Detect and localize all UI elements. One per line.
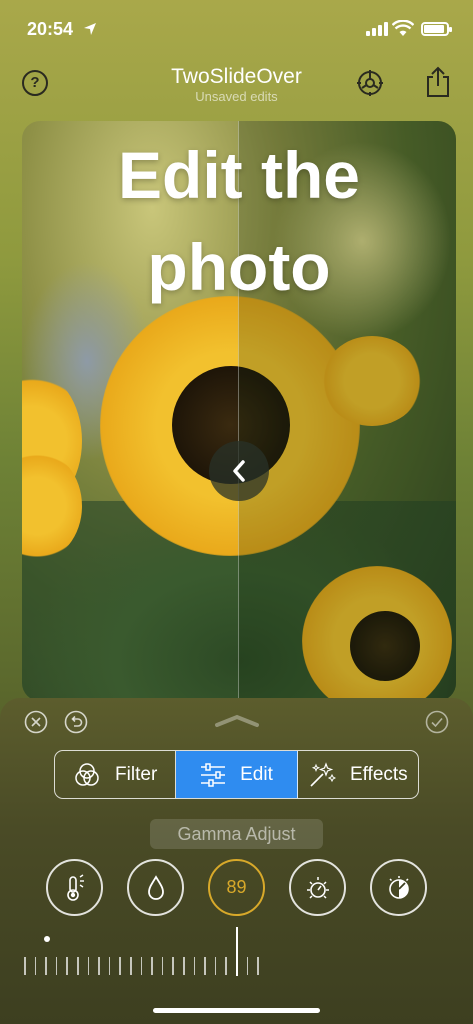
tint-drop-icon	[147, 874, 164, 900]
save-status: Unsaved edits	[195, 89, 278, 104]
edit-panel: Filter Edit Effects Gamma Adjust 89	[0, 698, 473, 1024]
exposure-tool-button[interactable]	[289, 859, 346, 916]
adjustment-name: Gamma Adjust	[150, 819, 323, 849]
exposure-icon	[306, 876, 329, 899]
gamma-value: 89	[226, 877, 247, 897]
status-time: 20:54	[27, 19, 74, 39]
ruler-tick	[257, 957, 259, 975]
wifi-icon	[392, 20, 414, 36]
tab-effects[interactable]: Effects	[298, 751, 418, 798]
ruler-tick	[98, 957, 100, 975]
tint-tool-button[interactable]	[127, 859, 184, 916]
ruler-default-marker	[44, 936, 50, 942]
share-icon[interactable]	[424, 66, 452, 98]
cellular-signal-icon	[366, 22, 388, 36]
close-circle-icon[interactable]	[24, 710, 48, 734]
ruler-tick	[55, 957, 58, 975]
settings-gear-icon[interactable]	[355, 68, 385, 98]
chevron-up-grabber-icon[interactable]	[214, 714, 260, 728]
ruler-tick	[140, 957, 143, 975]
ruler-tick	[225, 957, 227, 975]
ruler-tick	[45, 957, 47, 975]
tab-filter-label: Filter	[115, 763, 158, 785]
battery-icon	[421, 22, 452, 36]
gamma-tool-button[interactable]: 89	[208, 859, 265, 916]
tab-edit[interactable]: Edit	[176, 751, 298, 798]
status-bar: 20:54	[0, 0, 473, 56]
app-title: TwoSlideOver	[171, 65, 302, 88]
ruler-tick	[34, 957, 37, 975]
adjustment-ruler[interactable]	[24, 957, 264, 977]
photo-caption: Edit the photo	[118, 138, 360, 304]
ruler-tick	[246, 957, 249, 975]
ruler-tick	[172, 957, 174, 975]
photo-canvas[interactable]: Edit the photo	[22, 121, 456, 701]
tab-effects-label: Effects	[349, 763, 408, 785]
sparkles-icon	[310, 761, 336, 787]
location-arrow-icon	[84, 23, 96, 35]
ruler-tick	[77, 957, 79, 975]
tab-filter[interactable]: Filter	[55, 751, 177, 798]
contrast-tool-button[interactable]	[370, 859, 427, 916]
home-indicator	[153, 1008, 320, 1013]
ruler-tick	[204, 957, 206, 975]
mode-segmented-control: Filter Edit Effects	[54, 750, 419, 799]
ruler-tick	[24, 957, 26, 975]
nav-bar: ? TwoSlideOver Unsaved edits	[0, 60, 473, 108]
tab-edit-label: Edit	[240, 763, 273, 785]
chevron-left-icon	[233, 460, 245, 482]
ruler-tick	[161, 957, 164, 975]
checkmark-circle-icon[interactable]	[425, 710, 449, 734]
ruler-tick	[183, 957, 185, 975]
contrast-icon	[388, 875, 409, 899]
ruler-tick	[108, 957, 111, 975]
ruler-tick	[87, 957, 90, 975]
ruler-tick	[193, 957, 196, 975]
ruler-tick	[66, 957, 68, 975]
temperature-tool-button[interactable]	[46, 859, 103, 916]
ruler-tick	[214, 957, 217, 975]
ruler-tick	[130, 957, 132, 975]
sliders-icon	[201, 762, 226, 787]
compare-slider-handle[interactable]	[209, 441, 269, 501]
ruler-tick	[119, 957, 121, 975]
filter-circles-icon	[75, 762, 99, 786]
ruler-tick	[151, 957, 153, 975]
undo-circle-icon[interactable]	[64, 710, 88, 734]
ruler-current-indicator[interactable]	[236, 927, 238, 976]
temperature-icon	[66, 873, 84, 901]
